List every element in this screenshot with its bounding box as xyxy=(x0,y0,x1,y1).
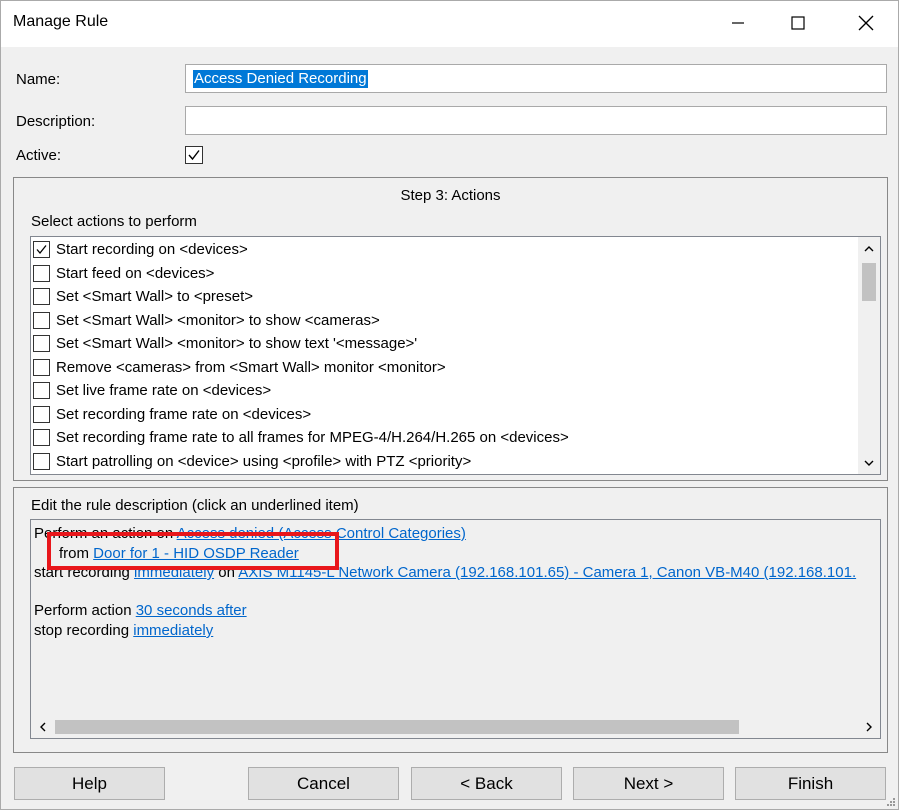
highlight-box xyxy=(47,532,339,570)
action-checkbox[interactable] xyxy=(33,264,50,282)
action-checkbox[interactable] xyxy=(33,382,50,399)
rule-description-header: Edit the rule description (click an unde… xyxy=(31,497,359,514)
scroll-down-button[interactable] xyxy=(858,452,880,474)
name-field-value: Access Denied Recording xyxy=(193,70,368,88)
description-text: stop recording xyxy=(34,622,134,639)
chevron-down-icon xyxy=(864,460,874,466)
name-field[interactable]: Access Denied Recording xyxy=(185,64,887,93)
action-label: Start patrolling on <device> using <prof… xyxy=(56,452,472,470)
list-item[interactable]: Set recording frame rate to all frames f… xyxy=(33,426,569,449)
action-checkbox[interactable] xyxy=(33,358,50,376)
action-label: Set <Smart Wall> to <preset> xyxy=(56,288,254,305)
resize-grip-icon[interactable] xyxy=(886,797,896,807)
maximize-button[interactable] xyxy=(767,1,829,45)
actions-vertical-scrollbar[interactable] xyxy=(858,237,880,474)
list-item[interactable]: Set live frame rate on <devices> xyxy=(33,379,271,402)
action-label: Start recording on <devices> xyxy=(56,241,248,258)
chevron-left-icon xyxy=(39,722,45,732)
manage-rule-dialog: Manage Rule Name: Access Denied Recordin… xyxy=(0,0,899,810)
action-label: Set recording frame rate on <devices> xyxy=(56,405,312,423)
minimize-icon xyxy=(732,22,744,24)
checkmark-icon xyxy=(36,245,47,255)
description-line-delay: Perform action 30 seconds after xyxy=(34,601,247,621)
next-button[interactable]: Next > xyxy=(573,767,724,800)
list-item[interactable]: Set recording frame rate on <devices> xyxy=(33,403,311,426)
description-label: Description: xyxy=(16,113,96,130)
finish-button[interactable]: Finish xyxy=(735,767,886,800)
action-label: Start feed on <devices> xyxy=(56,264,215,282)
list-item[interactable]: Remove <cameras> from <Smart Wall> monit… xyxy=(33,356,446,379)
action-checkbox[interactable] xyxy=(33,405,50,423)
description-horizontal-scrollbar[interactable] xyxy=(31,716,880,738)
maximize-icon xyxy=(791,16,805,30)
step-title: Step 3: Actions xyxy=(400,187,501,204)
action-checkbox[interactable] xyxy=(33,241,50,258)
help-button[interactable]: Help xyxy=(14,767,165,800)
description-line-stop-recording: stop recording immediately xyxy=(34,621,213,641)
chevron-up-icon xyxy=(864,245,874,251)
close-icon xyxy=(858,15,874,31)
name-label: Name: xyxy=(16,71,61,88)
chevron-right-icon xyxy=(866,722,872,732)
action-checkbox[interactable] xyxy=(33,335,50,352)
action-label: Set <Smart Wall> <monitor> to show text … xyxy=(56,335,418,352)
action-label: Set live frame rate on <devices> xyxy=(56,382,272,399)
scroll-up-button[interactable] xyxy=(858,237,880,259)
rule-description-group: Edit the rule description (click an unde… xyxy=(13,487,888,753)
delay-link[interactable]: 30 seconds after xyxy=(136,602,247,619)
active-label: Active: xyxy=(16,147,62,164)
scroll-thumb[interactable] xyxy=(55,720,739,734)
checkmark-icon xyxy=(188,150,200,161)
list-item[interactable]: Set <Smart Wall> <monitor> to show <came… xyxy=(33,309,380,332)
cancel-button[interactable]: Cancel xyxy=(248,767,399,800)
close-button[interactable] xyxy=(835,1,897,45)
actions-group: Step 3: Actions Select actions to perfor… xyxy=(13,177,888,481)
stop-timing-link[interactable]: immediately xyxy=(133,622,213,639)
description-field[interactable] xyxy=(185,106,887,135)
list-item[interactable]: Set <Smart Wall> <monitor> to show text … xyxy=(33,332,417,355)
select-actions-label: Select actions to perform xyxy=(31,213,197,230)
list-item[interactable]: Start recording on <devices> xyxy=(33,238,248,261)
minimize-button[interactable] xyxy=(707,1,769,45)
list-item[interactable]: Start feed on <devices> xyxy=(33,262,214,285)
scroll-left-button[interactable] xyxy=(31,716,53,738)
action-checkbox[interactable] xyxy=(33,288,50,305)
active-checkbox[interactable] xyxy=(185,146,203,164)
description-text: Perform action xyxy=(34,602,136,619)
title-bar: Manage Rule xyxy=(1,1,898,47)
action-checkbox[interactable] xyxy=(33,429,50,446)
action-label: Remove <cameras> from <Smart Wall> monit… xyxy=(56,358,446,376)
scroll-thumb[interactable] xyxy=(862,263,876,301)
list-item[interactable]: Start patrolling on <device> using <prof… xyxy=(33,450,471,473)
action-checkbox[interactable] xyxy=(33,311,50,329)
action-label: Set recording frame rate to all frames f… xyxy=(56,429,569,446)
window-title: Manage Rule xyxy=(13,13,109,30)
action-label: Set <Smart Wall> <monitor> to show <came… xyxy=(56,311,380,329)
action-checkbox[interactable] xyxy=(33,452,50,470)
scroll-right-button[interactable] xyxy=(858,716,880,738)
back-button[interactable]: < Back xyxy=(411,767,562,800)
list-item[interactable]: Set <Smart Wall> to <preset> xyxy=(33,285,253,308)
actions-list[interactable]: Start recording on <devices> Start feed … xyxy=(30,236,881,475)
